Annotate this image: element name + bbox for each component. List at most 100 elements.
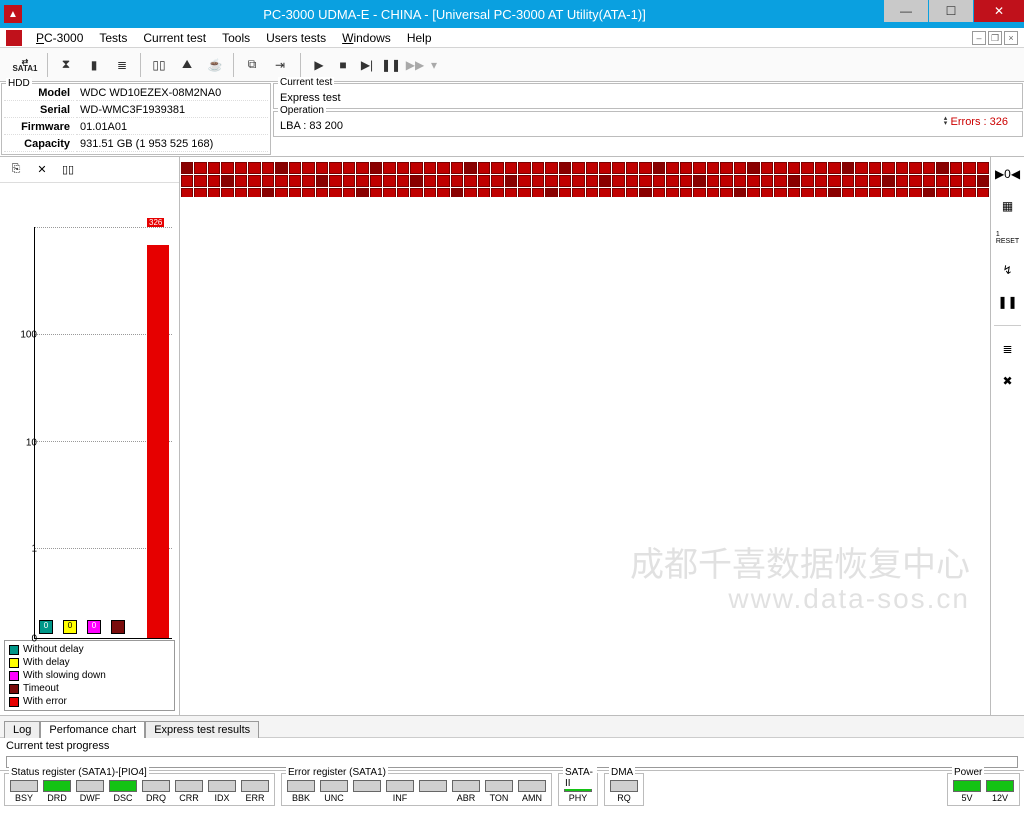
strip-list-icon[interactable]: ≣ <box>997 338 1019 360</box>
operation-spinner-icon[interactable]: ▴▾ <box>941 116 951 126</box>
sector-cell <box>181 162 193 174</box>
register-DRD: DRD <box>42 780 72 803</box>
menu-tools[interactable]: Tools <box>214 29 258 47</box>
sector-cell <box>626 162 638 174</box>
menu-windows[interactable]: Windows <box>334 29 399 47</box>
register-CRR: CRR <box>174 780 204 803</box>
sector-cell <box>370 175 382 187</box>
sector-cell <box>424 162 436 174</box>
tab-express-results[interactable]: Express test results <box>145 721 259 738</box>
strip-wrench-icon[interactable]: ✖ <box>997 370 1019 392</box>
sata-port-button[interactable]: ⇄SATA1 <box>8 52 42 78</box>
mdi-restore-button[interactable]: ❐ <box>988 31 1002 45</box>
register-group: Error register (SATA1)BBKUNCINFABRTONAMN <box>281 773 552 806</box>
sector-cell <box>329 162 341 174</box>
sector-cell <box>262 162 274 174</box>
sector-cell <box>909 162 921 174</box>
sector-cell <box>923 162 935 174</box>
sector-cell <box>774 175 786 187</box>
strip-probe-icon[interactable]: ↯ <box>997 259 1019 281</box>
step-button[interactable]: ▶| <box>356 52 378 78</box>
sector-cell <box>235 162 247 174</box>
register-IDX: IDX <box>207 780 237 803</box>
sector-cell <box>977 175 989 187</box>
window-title: PC-3000 UDMA-E - CHINA - [Universal PC-3… <box>26 7 883 22</box>
tab-log[interactable]: Log <box>4 721 40 738</box>
chart-tools-button[interactable]: ✕ <box>32 160 52 180</box>
tool-icon-cup[interactable]: ☕ <box>202 52 228 78</box>
play-button[interactable]: ▶ <box>308 52 330 78</box>
sector-cell <box>505 162 517 174</box>
window-minimize-button[interactable]: — <box>884 0 928 22</box>
sector-cell <box>235 175 247 187</box>
sector-cell <box>397 175 409 187</box>
pause-button[interactable]: ❚❚ <box>380 52 402 78</box>
mdi-minimize-button[interactable]: – <box>972 31 986 45</box>
stop-button[interactable]: ■ <box>332 52 354 78</box>
sector-cell <box>909 175 921 187</box>
register-label: TON <box>490 793 509 803</box>
tool-icon-hat[interactable]: ⛰ <box>174 52 200 78</box>
tool-icon-chart[interactable]: ▯▯ <box>146 52 172 78</box>
mdi-close-button[interactable]: × <box>1004 31 1018 45</box>
window-maximize-button[interactable]: ☐ <box>929 0 973 22</box>
register-blank <box>418 780 448 803</box>
sector-cell <box>923 175 935 187</box>
register-led <box>386 780 414 792</box>
menu-help[interactable]: Help <box>399 29 440 47</box>
menu-tests[interactable]: Tests <box>91 29 135 47</box>
register-led <box>208 780 236 792</box>
sector-cell <box>666 162 678 174</box>
register-DRQ: DRQ <box>141 780 171 803</box>
chart-bar-slowing: 0 <box>87 620 101 634</box>
strip-pause-icon[interactable]: ❚❚ <box>997 291 1019 313</box>
register-led <box>142 780 170 792</box>
sector-cell <box>693 162 705 174</box>
legend-item: Without delay <box>9 643 170 656</box>
sector-cell <box>275 162 287 174</box>
performance-chart-panel: ⎘ ✕ ▯▯ 326 0 0 0 0 1 10 100 <box>0 157 180 715</box>
chart-export-button[interactable]: ⎘ <box>6 160 26 180</box>
play-dropdown-button[interactable]: ▾ <box>428 52 440 78</box>
hdd-firmware-value: 01.01A01 <box>76 120 268 135</box>
tool-icon-chip[interactable]: ▮ <box>81 52 107 78</box>
register-group: Status register (SATA1)-[PIO4]BSYDRDDWFD… <box>4 773 275 806</box>
sector-cell <box>343 175 355 187</box>
register-BSY: BSY <box>9 780 39 803</box>
register-AMN: AMN <box>517 780 547 803</box>
sector-cell <box>653 175 665 187</box>
sector-cell <box>612 175 624 187</box>
tool-icon-run[interactable]: ⇥ <box>267 52 293 78</box>
register-blank <box>352 780 382 803</box>
strip-play-icon[interactable]: ▶0◀ <box>997 163 1019 185</box>
strip-chip-icon[interactable]: ▦ <box>997 195 1019 217</box>
sector-cell <box>370 162 382 174</box>
menu-pc3000[interactable]: PC-3000 <box>28 29 91 47</box>
tool-icon-list[interactable]: ≣ <box>109 52 135 78</box>
sector-cell <box>855 162 867 174</box>
register-led <box>10 780 38 792</box>
sector-cell <box>343 162 355 174</box>
sector-cell <box>329 175 341 187</box>
right-tool-strip: ▶0◀ ▦ 1RESET ↯ ❚❚ ≣ ✖ <box>990 157 1024 715</box>
sector-cell <box>518 175 530 187</box>
tool-icon-1[interactable]: ⧗ <box>53 52 79 78</box>
sector-cell <box>559 175 571 187</box>
sector-cell <box>680 162 692 174</box>
tool-icon-copy[interactable]: ⧉ <box>239 52 265 78</box>
tab-performance-chart[interactable]: Perfomance chart <box>40 721 145 738</box>
register-led <box>76 780 104 792</box>
sector-cell <box>882 162 894 174</box>
sector-cell <box>181 175 193 187</box>
sector-cell <box>437 175 449 187</box>
sector-cell <box>977 162 989 174</box>
sector-cell <box>572 162 584 174</box>
fastforward-button[interactable]: ▶▶ <box>404 52 426 78</box>
menu-users-tests[interactable]: Users tests <box>258 29 334 47</box>
register-led <box>419 780 447 792</box>
menu-current-test[interactable]: Current test <box>135 29 214 47</box>
strip-reset-icon[interactable]: 1RESET <box>997 227 1019 249</box>
window-close-button[interactable]: ✕ <box>974 0 1024 22</box>
chart-bars-button[interactable]: ▯▯ <box>58 160 78 180</box>
sector-cell <box>302 162 314 174</box>
